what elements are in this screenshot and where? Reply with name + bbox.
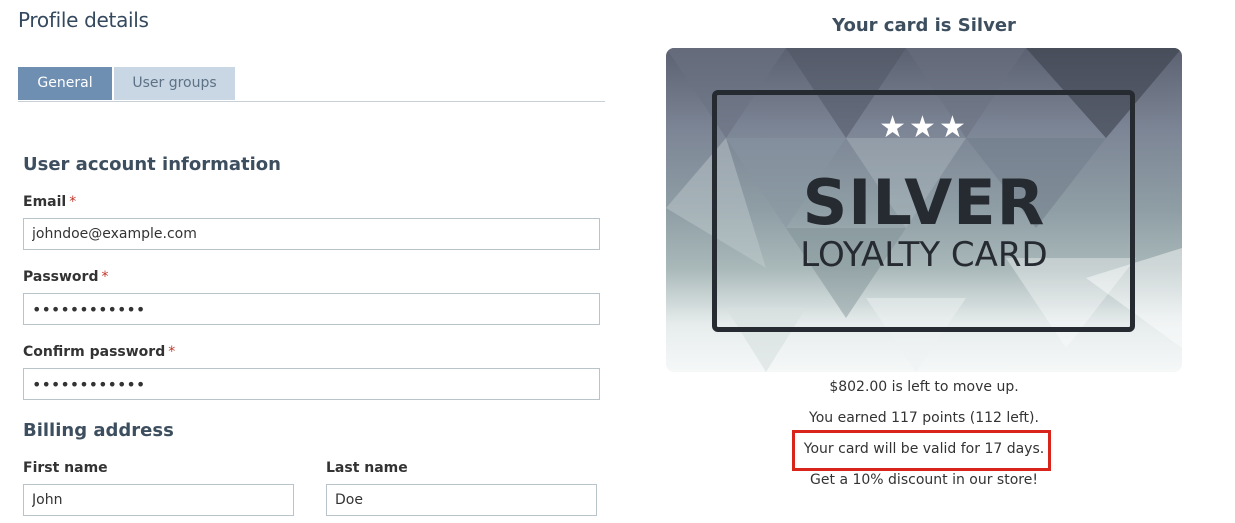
password-field[interactable] <box>23 293 600 325</box>
tab-general[interactable]: General <box>18 67 112 100</box>
points-text: You earned 117 points (112 left). <box>809 410 1039 426</box>
billing-section-title: Billing address <box>23 420 174 441</box>
confirm-password-field[interactable] <box>23 368 600 400</box>
confirm-password-label: Confirm password * <box>23 344 176 360</box>
loyalty-card-image: ★★★ SILVER LOYALTY CARD <box>666 48 1182 372</box>
account-section-title: User account information <box>23 154 281 175</box>
star-rating-icon: ★★★ <box>879 110 969 145</box>
last-name-field[interactable] <box>326 484 597 516</box>
page-title: Profile details <box>18 8 149 32</box>
validity-highlight-box <box>792 430 1051 471</box>
card-type-text: LOYALTY CARD <box>800 235 1048 275</box>
password-label: Password * <box>23 269 109 285</box>
tab-user-groups[interactable]: User groups <box>114 67 235 100</box>
tab-bar: General User groups <box>18 67 605 102</box>
card-tier-text: SILVER <box>802 166 1046 239</box>
required-mark: * <box>69 194 77 210</box>
email-label: Email * <box>23 194 77 210</box>
email-field[interactable] <box>23 218 600 250</box>
first-name-field[interactable] <box>23 484 294 516</box>
discount-text: Get a 10% discount in our store! <box>810 472 1038 488</box>
required-mark: * <box>101 269 109 285</box>
first-name-label: First name <box>23 460 108 476</box>
move-up-text: $802.00 is left to move up. <box>829 379 1019 395</box>
card-heading: Your card is Silver <box>832 15 1016 36</box>
required-mark: * <box>168 344 176 360</box>
last-name-label: Last name <box>326 460 408 476</box>
